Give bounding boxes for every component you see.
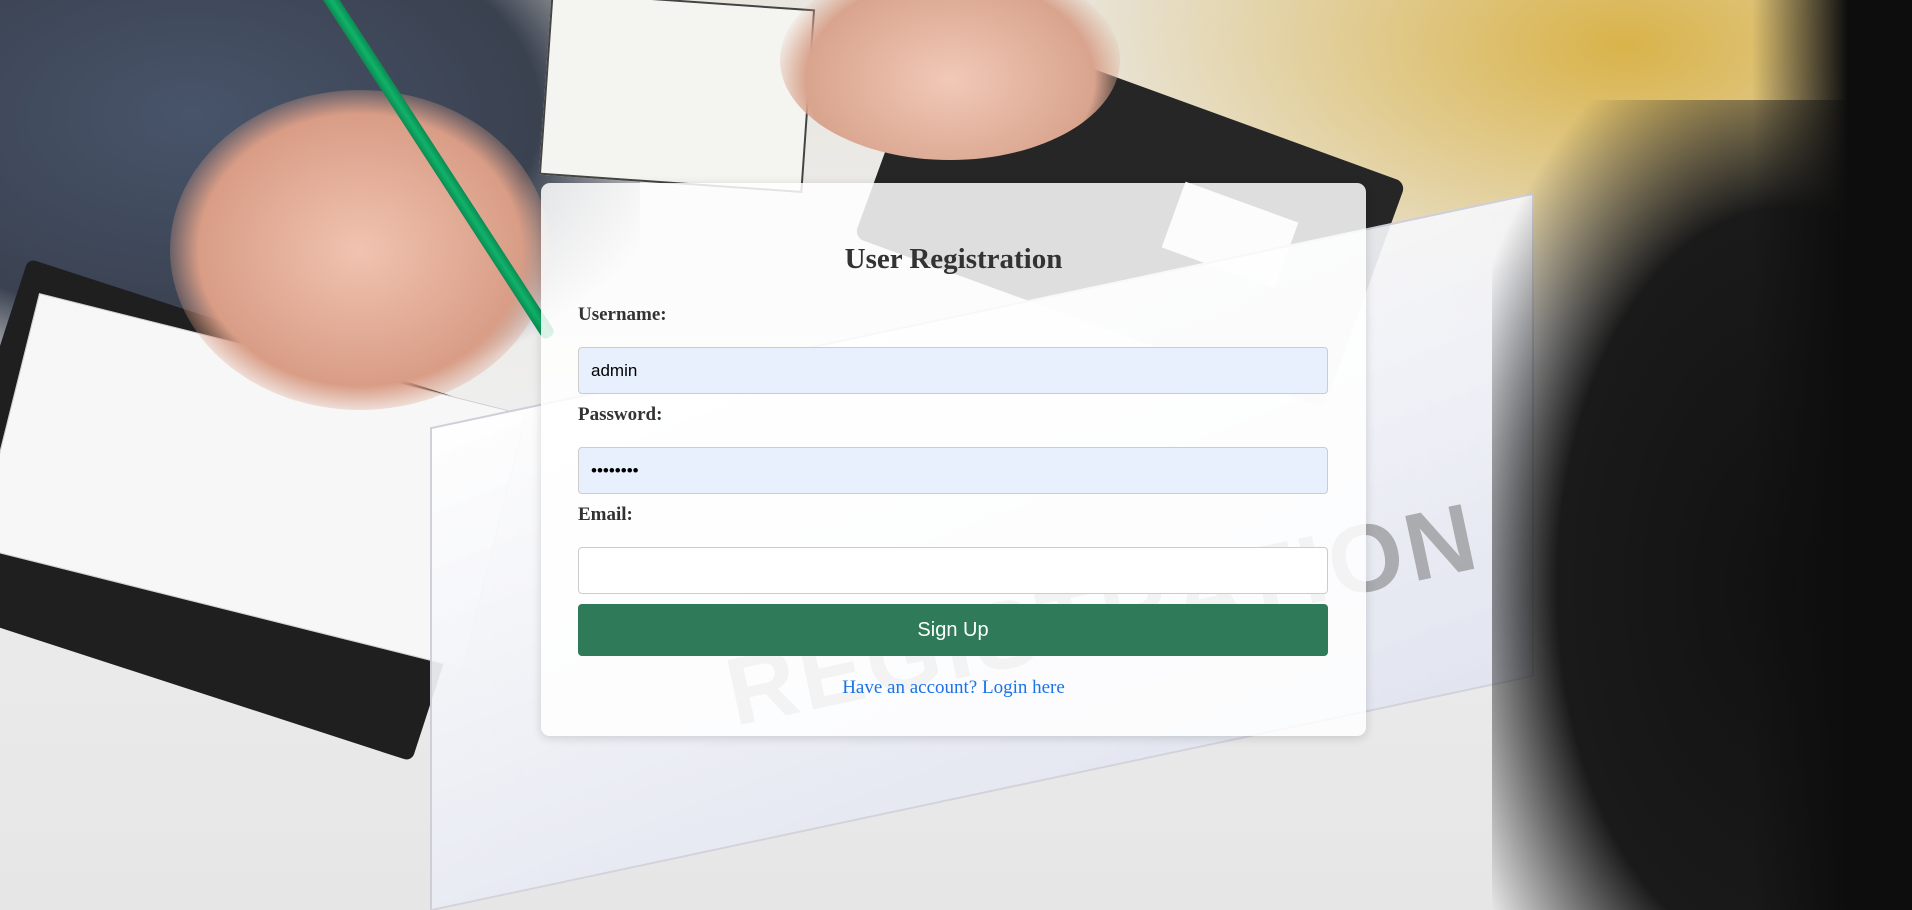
email-input[interactable]: [578, 547, 1328, 594]
background-shadow: [1752, 0, 1912, 910]
form-title: User Registration: [844, 243, 1063, 275]
username-input[interactable]: [578, 347, 1328, 394]
username-label: Username:: [578, 304, 667, 325]
background-badge: [538, 0, 816, 193]
password-input[interactable]: [578, 447, 1328, 494]
login-link[interactable]: Have an account? Login here: [541, 677, 1366, 699]
sign-up-button[interactable]: Sign Up: [578, 604, 1328, 656]
email-label: Email:: [578, 504, 633, 525]
password-label: Password:: [578, 404, 663, 425]
registration-card: User Registration Username: Password: Em…: [541, 183, 1366, 736]
